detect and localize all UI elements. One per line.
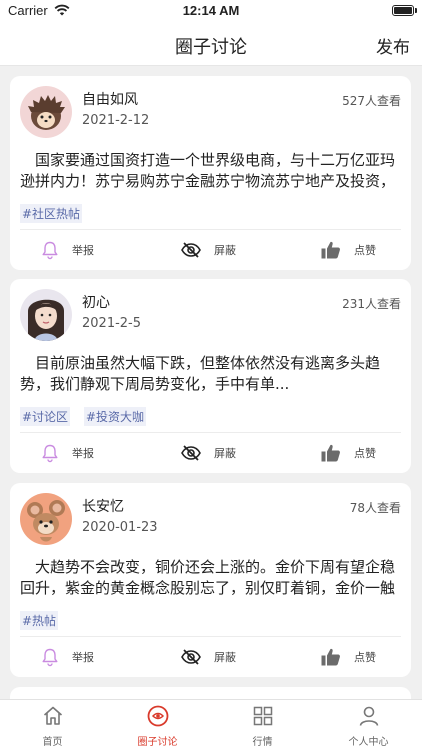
post-card[interactable]: 自由如风 2021-2-12 527人查看 国家要通过国资打造一个世界级电商，与… <box>10 76 411 270</box>
post-date: 2021-2-5 <box>82 316 142 331</box>
report-button[interactable]: 举报 <box>40 240 94 260</box>
tab-home[interactable]: 首页 <box>0 704 105 748</box>
avatar[interactable] <box>20 289 72 341</box>
username[interactable]: 长安忆 <box>82 496 124 516</box>
eye-off-icon <box>180 647 202 667</box>
status-bar: Carrier 12:14 AM <box>0 0 422 22</box>
clock: 12:14 AM <box>182 3 240 18</box>
tab-bar: 首页 圈子讨论 行情 个人中心 <box>0 699 422 750</box>
publish-button[interactable]: 发布 <box>376 33 410 58</box>
tab-market[interactable]: 行情 <box>210 704 315 748</box>
tag-list: #社区热帖 <box>20 204 92 223</box>
tab-label: 行情 <box>252 737 273 748</box>
tab-label: 首页 <box>42 737 63 748</box>
page-title: 圈子讨论 <box>175 37 247 58</box>
view-count: 231人查看 <box>342 297 401 311</box>
bell-icon <box>40 443 60 463</box>
like-button[interactable]: 点赞 <box>320 443 376 463</box>
report-label: 举报 <box>72 447 94 460</box>
hide-label: 屏蔽 <box>214 244 236 257</box>
action-bar: 举报 屏蔽 点赞 <box>10 637 411 677</box>
thumbs-up-icon <box>320 647 342 667</box>
view-count: 527人查看 <box>342 94 401 108</box>
post-content[interactable]: 目前原油虽然大幅下跌，但整体依然没有逃离多头趋势，我们静观下周局势变化，手中有单… <box>20 353 401 395</box>
like-label: 点赞 <box>354 651 376 664</box>
post-content[interactable]: 国家要通过国资打造一个世界级电商，与十二万亿亚玛逊拼内力！苏宁易购苏宁金融苏宁物… <box>20 150 401 192</box>
grid-icon <box>210 704 315 728</box>
report-label: 举报 <box>72 244 94 257</box>
post-date: 2020-01-23 <box>82 520 158 535</box>
tab-label: 个人中心 <box>348 737 389 748</box>
post-card[interactable] <box>10 687 411 699</box>
avatar[interactable] <box>20 493 72 545</box>
person-icon <box>316 704 421 728</box>
avatar[interactable] <box>20 86 72 138</box>
battery-tip <box>415 8 417 13</box>
post-card[interactable]: 长安忆 2020-01-23 78人查看 大趋势不会改变，铜价还会上涨的。金价下… <box>10 483 411 677</box>
action-bar: 举报 屏蔽 点赞 <box>10 433 411 473</box>
post-feed[interactable]: 自由如风 2021-2-12 527人查看 国家要通过国资打造一个世界级电商，与… <box>0 67 422 699</box>
username[interactable]: 自由如风 <box>82 89 138 109</box>
report-label: 举报 <box>72 651 94 664</box>
report-button[interactable]: 举报 <box>40 647 94 667</box>
view-count: 78人查看 <box>349 501 401 515</box>
tab-label: 圈子讨论 <box>137 737 178 748</box>
report-button[interactable]: 举报 <box>40 443 94 463</box>
eye-off-icon <box>180 240 202 260</box>
home-icon <box>0 704 105 728</box>
eye-off-icon <box>180 443 202 463</box>
hide-button[interactable]: 屏蔽 <box>180 647 236 667</box>
thumbs-up-icon <box>320 240 342 260</box>
tab-circle-discussion[interactable]: 圈子讨论 <box>105 704 210 748</box>
hide-label: 屏蔽 <box>214 447 236 460</box>
post-date: 2021-2-12 <box>82 113 150 128</box>
tag-list: #热帖 <box>20 611 68 630</box>
like-label: 点赞 <box>354 447 376 460</box>
tag[interactable]: #讨论区 <box>20 407 71 426</box>
tag[interactable]: #投资大咖 <box>83 407 146 426</box>
bell-icon <box>40 240 60 260</box>
hide-button[interactable]: 屏蔽 <box>180 443 236 463</box>
circle-target-icon <box>105 704 210 728</box>
post-content[interactable]: 大趋势不会改变，铜价还会上涨的。金价下周有望企稳回升，紫金的黄金概念股别忘了，别… <box>20 557 401 599</box>
battery-icon <box>392 5 414 16</box>
nav-bar: 圈子讨论 发布 <box>0 22 422 66</box>
like-button[interactable]: 点赞 <box>320 240 376 260</box>
hide-label: 屏蔽 <box>214 651 236 664</box>
bell-icon <box>40 647 60 667</box>
tab-profile[interactable]: 个人中心 <box>316 704 421 748</box>
tag[interactable]: #热帖 <box>20 611 59 630</box>
action-bar: 举报 屏蔽 点赞 <box>10 230 411 270</box>
username[interactable]: 初心 <box>82 292 110 312</box>
tag-list: #讨论区 #投资大咖 <box>20 407 156 426</box>
like-label: 点赞 <box>354 244 376 257</box>
post-card[interactable]: 初心 2021-2-5 231人查看 目前原油虽然大幅下跌，但整体依然没有逃离多… <box>10 279 411 473</box>
like-button[interactable]: 点赞 <box>320 647 376 667</box>
thumbs-up-icon <box>320 443 342 463</box>
tag[interactable]: #社区热帖 <box>20 204 83 223</box>
hide-button[interactable]: 屏蔽 <box>180 240 236 260</box>
